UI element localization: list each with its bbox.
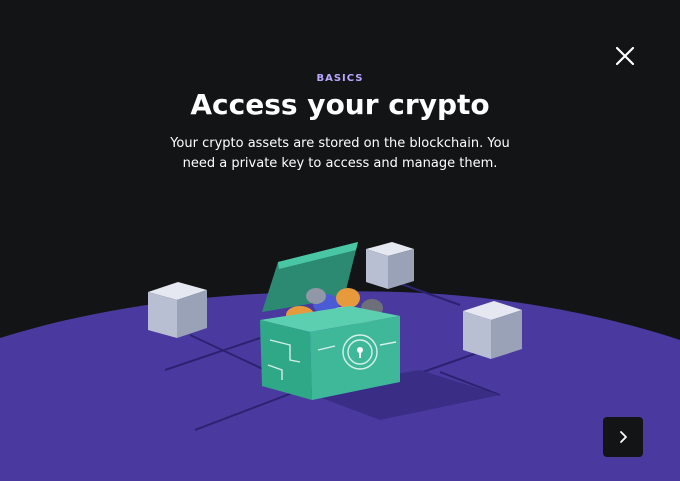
page-description: Your crypto assets are stored on the blo… [170,136,510,171]
section-eyebrow: BASICS [316,73,364,84]
page-title: Access your crypto [190,88,490,121]
next-button[interactable] [603,417,643,457]
onboarding-modal: BASICS Access your crypto Your crypto as… [0,0,680,481]
chevron-right-icon [620,431,627,443]
close-icon [615,46,635,66]
close-button[interactable] [612,43,638,69]
